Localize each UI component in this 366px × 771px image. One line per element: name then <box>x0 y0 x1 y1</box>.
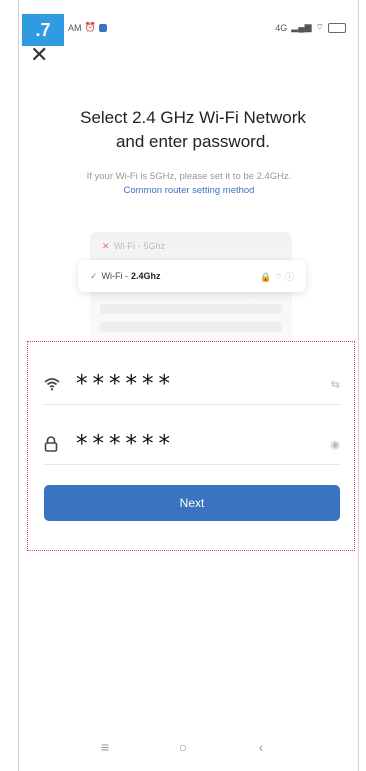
show-password-icon[interactable]: ◉ <box>330 438 340 451</box>
check-icon: ✓ <box>90 270 98 281</box>
app-notification-icon <box>98 23 107 32</box>
title-line-2: and enter password. <box>115 132 271 151</box>
network-row-24ghz: ✓ Wi-Fi - 2.4Ghz 🔒 ⌔ ⓘ <box>78 260 306 292</box>
wifi-name-field[interactable]: ****** ⇆ <box>44 364 340 405</box>
network-illustration: ✕ Wi-Fi - 5Ghz ✓ Wi-Fi - 2.4Ghz 🔒 ⌔ ⓘ <box>78 232 306 342</box>
alarm-icon: ⏰ <box>84 22 96 32</box>
network-24ghz-prefix: Wi-Fi - <box>101 271 129 281</box>
wifi-status-icon: ⌔ <box>315 22 324 32</box>
lock-icon <box>44 436 76 452</box>
back-icon[interactable]: ‹ <box>222 739 300 755</box>
wifi-name-value: ****** <box>76 371 175 397</box>
password-field[interactable]: ****** ◉ <box>44 424 340 465</box>
close-button[interactable]: ✕ <box>30 44 48 66</box>
router-setting-link[interactable]: Common router setting method <box>22 184 356 198</box>
network-row-5ghz: ✕ Wi-Fi - 5Ghz <box>102 237 282 255</box>
menu-icon[interactable]: ≡ <box>66 739 144 755</box>
next-button[interactable]: Next <box>44 485 340 521</box>
hint-message: If your Wi-Fi is 5GHz, please set it to … <box>86 171 292 182</box>
switch-network-icon[interactable]: ⇆ <box>331 378 340 391</box>
network-5ghz-band: 5Ghz <box>143 241 166 251</box>
home-icon[interactable]: ○ <box>144 739 222 755</box>
frame-border-right <box>358 0 359 771</box>
faded-row <box>100 304 282 314</box>
password-value: ****** <box>76 431 175 457</box>
battery-icon <box>328 22 346 33</box>
status-time: AM <box>68 22 82 33</box>
network-5ghz-prefix: Wi-Fi - <box>114 241 141 251</box>
signal-icon: ▂▄▆ <box>291 22 312 32</box>
network-24ghz-band: 2.4Ghz <box>131 271 161 281</box>
network-status-icons: 🔒 ⌔ ⓘ <box>260 271 294 282</box>
cross-icon: ✕ <box>102 240 110 251</box>
wifi-icon <box>44 377 76 391</box>
system-nav-bar: ≡ ○ ‹ <box>0 737 366 757</box>
frame-border-left <box>18 0 19 771</box>
hint-text: If your Wi-Fi is 5GHz, please set it to … <box>22 170 356 198</box>
status-bar: AM ⏰ 4G ▂▄▆ ⌔ <box>64 22 346 36</box>
page-title: Select 2.4 GHz Wi-Fi Network and enter p… <box>40 106 346 154</box>
faded-row <box>100 322 282 332</box>
title-line-1: Select 2.4 GHz Wi-Fi Network <box>80 108 306 127</box>
signal-label: 4G <box>275 22 288 33</box>
